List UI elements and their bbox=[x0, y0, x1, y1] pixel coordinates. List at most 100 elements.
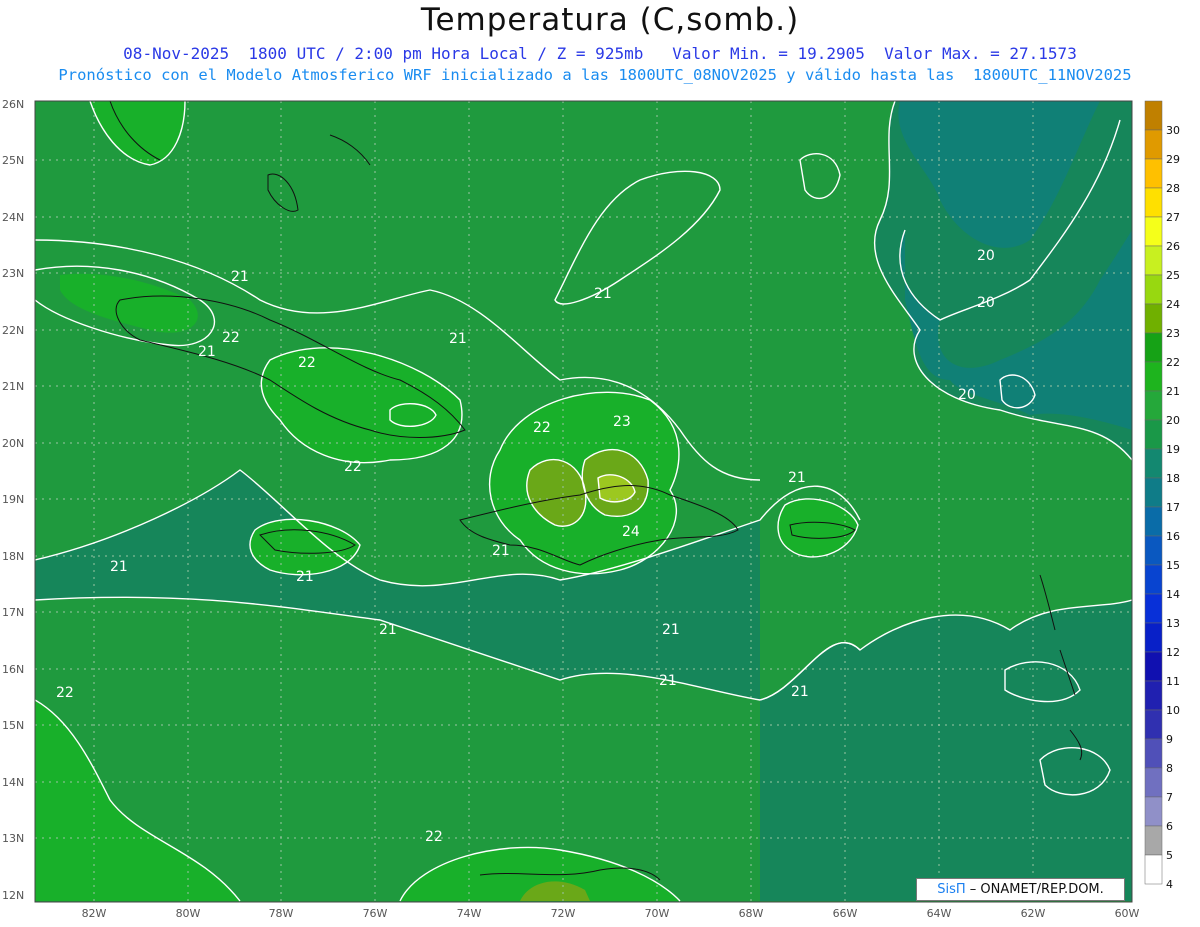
colorbar-label: 20 bbox=[1166, 414, 1180, 427]
colorbar-label: 5 bbox=[1166, 849, 1173, 862]
colorbar-label: 19 bbox=[1166, 443, 1180, 456]
contour-label: 22 bbox=[222, 330, 240, 346]
lon-tick-label: 70W bbox=[645, 907, 670, 920]
colorbar: 30 29 28 27 26 25 24 23 22 21 20 19 18 17 16 15 14 13 12 11… bbox=[1144, 100, 1180, 891]
colorbar-swatch bbox=[1144, 419, 1163, 450]
colorbar-label: 13 bbox=[1166, 617, 1180, 630]
colorbar-label: 24 bbox=[1166, 298, 1180, 311]
colorbar-label: 22 bbox=[1166, 356, 1180, 369]
colorbar-swatch bbox=[1144, 593, 1163, 624]
colorbar-swatch bbox=[1144, 738, 1163, 769]
lon-tick-label: 66W bbox=[833, 907, 858, 920]
colorbar-label: 8 bbox=[1166, 762, 1173, 775]
lat-tick-label: 12N bbox=[2, 889, 24, 902]
contour-label: 24 bbox=[622, 524, 640, 540]
contour-label: 21 bbox=[379, 622, 397, 638]
colorbar-label: 28 bbox=[1166, 182, 1180, 195]
colorbar-label: 29 bbox=[1166, 153, 1180, 166]
lat-tick-label: 15N bbox=[2, 719, 24, 732]
colorbar-label: 17 bbox=[1166, 501, 1180, 514]
contour-label: 23 bbox=[613, 414, 631, 430]
lat-tick-label: 19N bbox=[2, 493, 24, 506]
contour-label: 21 bbox=[449, 331, 467, 347]
colorbar-swatch bbox=[1144, 825, 1163, 856]
colorbar-label: 18 bbox=[1166, 472, 1180, 485]
colorbar-swatch bbox=[1144, 129, 1163, 160]
colorbar-swatch bbox=[1144, 361, 1163, 392]
contour-label: 21 bbox=[594, 286, 612, 302]
colorbar-swatch bbox=[1144, 216, 1163, 247]
colorbar-label: 14 bbox=[1166, 588, 1180, 601]
lon-tick-label: 62W bbox=[1021, 907, 1046, 920]
colorbar-label: 4 bbox=[1166, 878, 1173, 891]
colorbar-swatch bbox=[1144, 651, 1163, 682]
lon-tick-label: 74W bbox=[457, 907, 482, 920]
colorbar-label: 10 bbox=[1166, 704, 1180, 717]
lon-tick-label: 68W bbox=[739, 907, 764, 920]
lat-tick-label: 26N bbox=[2, 98, 24, 111]
colorbar-swatch bbox=[1144, 709, 1163, 740]
colorbar-swatch bbox=[1144, 448, 1163, 479]
lat-tick-label: 22N bbox=[2, 324, 24, 337]
colorbar-swatch bbox=[1144, 680, 1163, 711]
colorbar-label: 12 bbox=[1166, 646, 1180, 659]
colorbar-label: 21 bbox=[1166, 385, 1180, 398]
lat-tick-label: 20N bbox=[2, 437, 24, 450]
contour-label: 20 bbox=[977, 295, 995, 311]
lat-tick-label: 17N bbox=[2, 606, 24, 619]
contour-label: 22 bbox=[56, 685, 74, 701]
contour-label: 21 bbox=[788, 470, 806, 486]
colorbar-swatch bbox=[1144, 622, 1163, 653]
colorbar-swatch bbox=[1144, 245, 1163, 276]
colorbar-swatch bbox=[1144, 158, 1163, 189]
colorbar-swatch bbox=[1144, 390, 1163, 421]
latitude-axis: 26N 25N 24N 23N 22N 21N 20N 19N 18N 17N … bbox=[2, 98, 24, 902]
brand-logo: SisΠ bbox=[937, 882, 966, 897]
colorbar-label: 25 bbox=[1166, 269, 1180, 282]
colorbar-swatch bbox=[1144, 535, 1163, 566]
lon-tick-label: 76W bbox=[363, 907, 388, 920]
contour-label: 21 bbox=[791, 684, 809, 700]
contour-label: 20 bbox=[958, 387, 976, 403]
lat-tick-label: 21N bbox=[2, 380, 24, 393]
contour-label: 21 bbox=[231, 269, 249, 285]
lon-tick-label: 72W bbox=[551, 907, 576, 920]
lat-tick-label: 25N bbox=[2, 154, 24, 167]
contour-label: 22 bbox=[425, 829, 443, 845]
lat-tick-label: 13N bbox=[2, 832, 24, 845]
contour-label: 22 bbox=[344, 459, 362, 475]
contour-label: 21 bbox=[296, 569, 314, 585]
colorbar-label: 7 bbox=[1166, 791, 1173, 804]
credit-text: – ONAMET/REP.DOM. bbox=[969, 882, 1104, 897]
colorbar-swatch bbox=[1144, 796, 1163, 827]
colorbar-label: 23 bbox=[1166, 327, 1180, 340]
contour-label: 21 bbox=[659, 673, 677, 689]
colorbar-swatch bbox=[1144, 767, 1163, 798]
temperature-map: 21 22 21 22 21 22 23 24 21 21 21 21 21 2… bbox=[2, 98, 1180, 920]
contour-label: 20 bbox=[977, 248, 995, 264]
colorbar-label: 11 bbox=[1166, 675, 1180, 688]
contour-label: 21 bbox=[198, 344, 216, 360]
colorbar-label: 30 bbox=[1166, 124, 1180, 137]
contour-label: 21 bbox=[492, 543, 510, 559]
lat-tick-label: 18N bbox=[2, 550, 24, 563]
credit-box: SisΠ – ONAMET/REP.DOM. bbox=[916, 878, 1125, 901]
colorbar-label: 9 bbox=[1166, 733, 1173, 746]
lon-tick-label: 82W bbox=[82, 907, 107, 920]
lon-tick-label: 60W bbox=[1115, 907, 1140, 920]
lon-tick-label: 78W bbox=[269, 907, 294, 920]
lat-tick-label: 16N bbox=[2, 663, 24, 676]
colorbar-swatch bbox=[1144, 274, 1163, 305]
lat-tick-label: 14N bbox=[2, 776, 24, 789]
contour-label: 21 bbox=[662, 622, 680, 638]
lon-tick-label: 64W bbox=[927, 907, 952, 920]
colorbar-swatch bbox=[1144, 477, 1163, 508]
colorbar-label: 15 bbox=[1166, 559, 1180, 572]
colorbar-swatch bbox=[1144, 303, 1163, 334]
lon-tick-label: 80W bbox=[176, 907, 201, 920]
colorbar-label: 6 bbox=[1166, 820, 1173, 833]
lat-tick-label: 23N bbox=[2, 267, 24, 280]
colorbar-label: 26 bbox=[1166, 240, 1180, 253]
lat-tick-label: 24N bbox=[2, 211, 24, 224]
longitude-axis: 82W 80W 78W 76W 74W 72W 70W 68W 66W 64W … bbox=[82, 907, 1140, 920]
